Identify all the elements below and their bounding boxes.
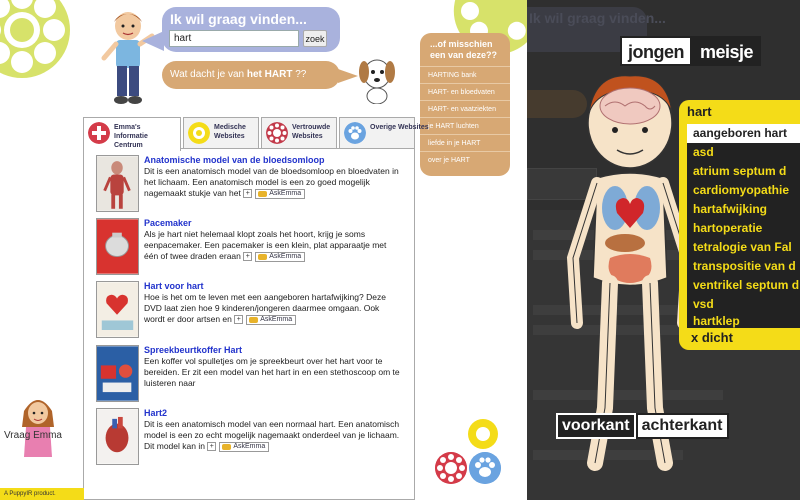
tab-other-websites[interactable]: Overige Websites [339, 117, 429, 149]
tab-emma-info-center[interactable]: Emma's Informatie Centrum [83, 117, 181, 151]
footer: A PuppyIR product. [0, 488, 84, 500]
dimmed-search-title: Ik wil graag vinden... [529, 10, 666, 26]
close-dropdown-button[interactable]: x dicht [691, 330, 733, 345]
organ-option[interactable]: ventrikel septum d [687, 276, 800, 295]
presentation-kit-thumbnail[interactable] [96, 345, 139, 402]
tab-medical-websites[interactable]: Medische Websites [183, 117, 259, 149]
suggestion-question-bubble[interactable]: Wat dacht je van het HART ?? [162, 61, 358, 89]
flower-decoration-icon [0, 0, 70, 78]
suggestion-item[interactable]: liefde in je HART [420, 134, 510, 151]
ask-emma-button[interactable]: AskEmma [246, 314, 297, 325]
first-aid-icon [88, 122, 110, 144]
organ-option[interactable]: tetralogie van Fal [687, 238, 800, 257]
organ-option[interactable]: vsd [687, 295, 800, 314]
suggestion-question: Wat dacht je van het HART ?? [170, 69, 306, 80]
ask-emma-button[interactable]: AskEmma [219, 441, 270, 452]
pacemaker-thumbnail[interactable] [96, 218, 139, 275]
tab-trusted-websites[interactable]: Vertrouwde Websites [261, 117, 337, 149]
dvd-cover-thumbnail[interactable] [96, 281, 139, 338]
result-description: Dit is een anatomisch model van een norm… [144, 419, 402, 452]
search-page: Ik wil graag vinden... zoek Wat dacht je… [0, 0, 527, 500]
result-title[interactable]: Hart2 [144, 408, 167, 418]
list-item: Anatomische model van de bloedsomloop Di… [96, 155, 414, 215]
result-text: Een koffer vol spulletjes om je spreekbe… [144, 356, 400, 388]
result-description: Hoe is het om te leven met een aangebore… [144, 292, 402, 325]
result-title[interactable]: Pacemaker [144, 218, 192, 228]
search-input[interactable] [169, 30, 299, 47]
list-item: Hart2 Dit is een anatomisch model van ee… [96, 408, 414, 468]
organ-option[interactable]: cardiomyopathie [687, 181, 800, 200]
organ-option[interactable]: hartklep [687, 314, 800, 328]
search-title: Ik wil graag vinden... [170, 11, 307, 27]
question-prefix: Wat dacht je van [170, 69, 247, 80]
target-icon [468, 419, 498, 449]
add-button[interactable]: + [243, 188, 253, 198]
organ-dropdown-heading: hart [687, 104, 712, 119]
view-switch: voorkant achterkant [556, 413, 729, 439]
result-title[interactable]: Spreekbeurtkoffer Hart [144, 345, 242, 355]
organ-option[interactable]: hartoperatie [687, 219, 800, 238]
suggestion-item[interactable]: HART- en bloedvaten [420, 83, 510, 100]
result-description: Als je hart niet helemaal klopt zoals he… [144, 229, 402, 262]
result-tools: + AskEmma [234, 314, 297, 325]
target-icon [188, 122, 210, 144]
result-title[interactable]: Hart voor hart [144, 281, 204, 291]
circulation-model-thumbnail[interactable] [96, 155, 139, 212]
back-view-toggle[interactable]: achterkant [635, 413, 729, 439]
result-description: Dit is een anatomisch model van de bloed… [144, 166, 402, 199]
girl-toggle[interactable]: meisje [692, 36, 762, 66]
suggestion-item[interactable]: HART- en vaatziekten [420, 100, 510, 117]
suggestion-item[interactable]: HARTING bank [420, 66, 510, 83]
tab-label: Overige Websites [370, 124, 429, 131]
search-button[interactable]: zoek [303, 30, 327, 47]
add-button[interactable]: + [243, 251, 253, 261]
suggestion-item[interactable]: je HART luchten [420, 117, 510, 134]
result-tabs: Emma's Informatie Centrum Medische Websi… [83, 117, 429, 151]
liver-icon[interactable] [605, 234, 645, 252]
ask-emma-link[interactable]: Vraag Emma [4, 430, 62, 441]
gear-icon [266, 122, 288, 144]
search-bubble: Ik wil graag vinden... zoek [142, 7, 340, 52]
list-item: Pacemaker Als je hart niet helemaal klop… [96, 218, 414, 278]
organ-option[interactable]: aangeboren hart [687, 124, 800, 143]
result-text: Dit is een anatomisch model van een norm… [144, 419, 400, 451]
gear-icon [435, 452, 467, 484]
paw-icon [344, 122, 366, 144]
ask-emma-button[interactable]: AskEmma [255, 251, 306, 262]
result-tools: + AskEmma [207, 441, 270, 452]
results-list: Anatomische model van de bloedsomloop Di… [83, 148, 415, 500]
suggestion-panel: ...of misschien een van deze?? HARTING b… [420, 33, 510, 176]
organ-option[interactable]: transpositie van d [687, 257, 800, 276]
dog-mascot-icon [359, 59, 395, 104]
question-suffix: ?? [292, 69, 307, 80]
list-item: Spreekbeurtkoffer Hart Een koffer vol sp… [96, 345, 414, 405]
brain-icon[interactable] [599, 87, 661, 125]
organ-option[interactable]: hartafwijking [687, 200, 800, 219]
organ-dropdown: hart aangeboren hart asd atrium septum d… [679, 100, 800, 350]
gender-switch: jongen meisje [620, 36, 762, 66]
ask-emma-button[interactable]: AskEmma [255, 188, 306, 199]
result-description: Een koffer vol spulletjes om je spreekbe… [144, 356, 402, 389]
list-item: Hart voor hart Hoe is het om te leven me… [96, 281, 414, 341]
add-button[interactable]: + [234, 314, 244, 324]
result-tools: + AskEmma [243, 188, 306, 199]
result-tools: + AskEmma [243, 251, 306, 262]
question-keyword[interactable]: het HART [247, 69, 293, 80]
suggestion-item[interactable]: over je HART [420, 151, 510, 168]
front-view-toggle[interactable]: voorkant [556, 413, 636, 439]
tab-label: Emma's Informatie Centrum [114, 124, 148, 149]
boy-mascot-icon [101, 12, 155, 104]
boy-toggle[interactable]: jongen [620, 36, 692, 66]
add-button[interactable]: + [207, 441, 217, 451]
heart-model-thumbnail[interactable] [96, 408, 139, 465]
organ-option[interactable]: atrium septum d [687, 162, 800, 181]
suggestion-title: ...of misschien een van deze?? [430, 39, 498, 60]
paw-icon [469, 452, 501, 484]
result-title[interactable]: Anatomische model van de bloedsomloop [144, 155, 325, 165]
organ-option[interactable]: asd [687, 143, 800, 162]
